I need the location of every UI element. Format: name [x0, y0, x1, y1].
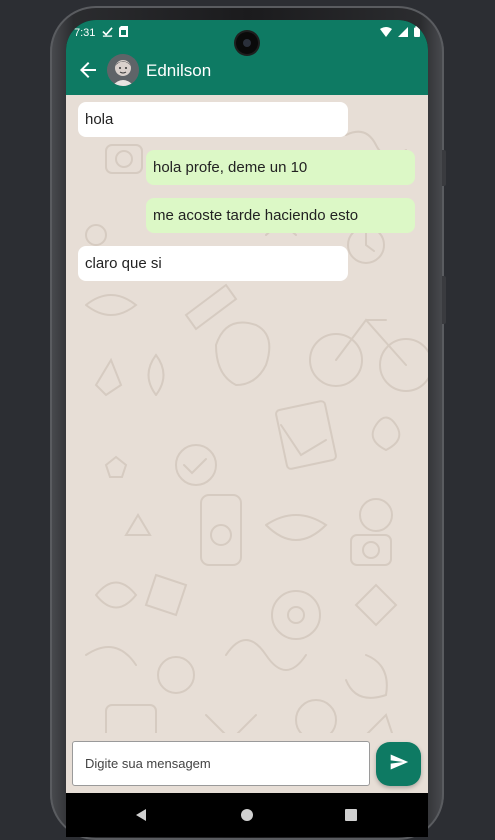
message-bubble-sent[interactable]: hola profe, deme un 10: [146, 150, 415, 185]
message-input[interactable]: [72, 741, 370, 786]
check-icon: [102, 26, 113, 40]
message-text: hola profe, deme un 10: [153, 159, 308, 176]
arrow-back-icon[interactable]: [76, 58, 100, 82]
chat-area[interactable]: hola hola profe, deme un 10 me acoste ta…: [66, 95, 428, 793]
message-bubble-received[interactable]: hola: [78, 102, 348, 137]
contact-avatar[interactable]: [107, 54, 139, 86]
volume-button: [442, 150, 446, 186]
send-icon: [389, 752, 409, 777]
system-navigation-bar: [66, 793, 428, 837]
message-text: me acoste tarde haciendo esto: [153, 207, 359, 224]
battery-icon: [414, 26, 420, 40]
message-text: claro que si: [85, 255, 162, 272]
back-triangle-icon[interactable]: [131, 805, 151, 825]
message-composer: [66, 733, 428, 793]
phone-screen: 7:31 Ednilson hola hola profe, deme un 1…: [66, 20, 428, 837]
status-time: 7:31: [74, 27, 96, 39]
message-bubble-sent[interactable]: me acoste tarde haciendo esto: [146, 198, 415, 233]
home-circle-icon[interactable]: [237, 805, 257, 825]
power-button: [442, 276, 446, 324]
message-bubble-received[interactable]: claro que si: [78, 246, 348, 281]
recents-square-icon[interactable]: [341, 805, 361, 825]
send-button[interactable]: [376, 742, 421, 786]
message-text: hola: [85, 111, 114, 128]
signal-icon: [398, 26, 408, 40]
contact-name[interactable]: Ednilson: [146, 61, 211, 81]
front-camera: [236, 32, 258, 54]
sim-card-icon: [119, 26, 128, 40]
wifi-icon: [380, 26, 392, 40]
